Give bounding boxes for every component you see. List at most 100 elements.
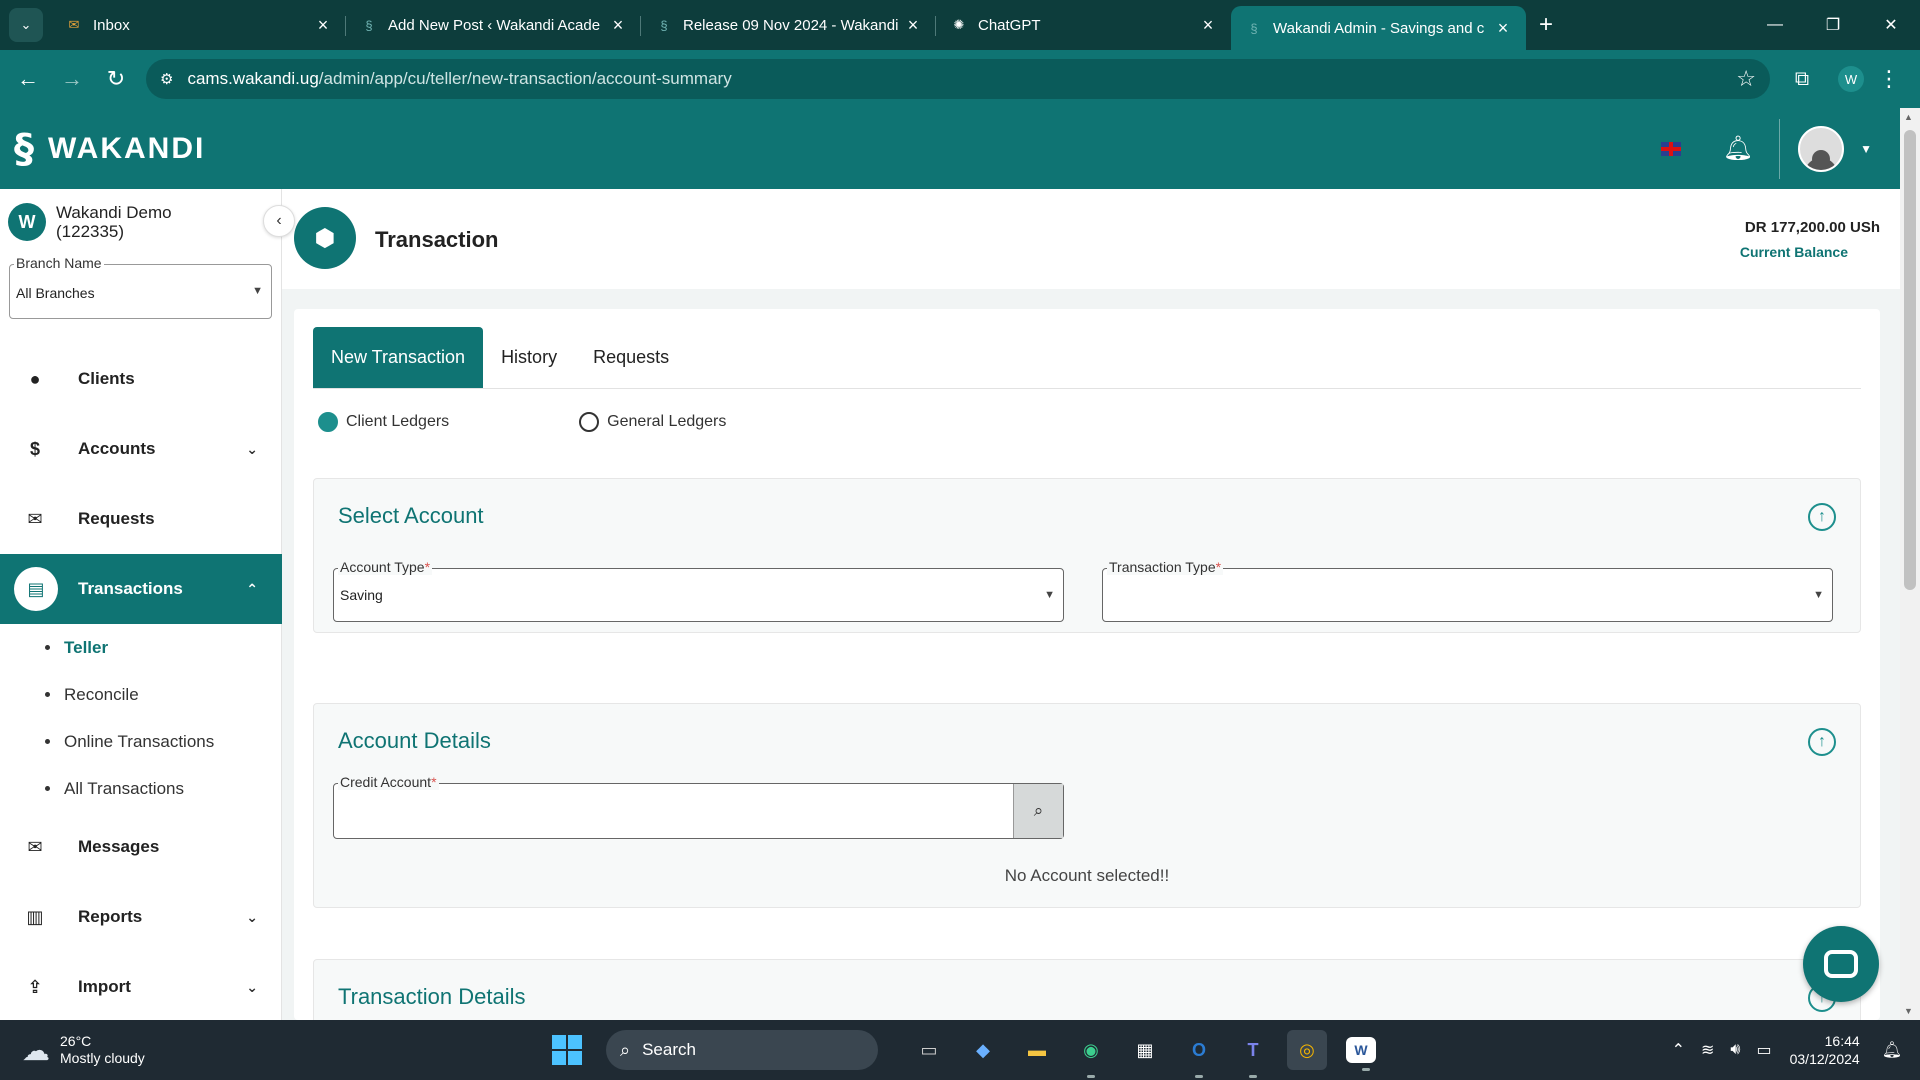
taskbar-search[interactable]: ⌕ Search <box>606 1030 878 1070</box>
branch-label: Branch Name <box>14 255 104 271</box>
sidebar-item-label: Clients <box>78 369 135 388</box>
browser-tab-wakandi-admin[interactable]: § Wakandi Admin - Savings and c × <box>1231 6 1526 50</box>
tab-title: Release 09 Nov 2024 - Wakandi <box>683 16 899 34</box>
notification-bell-icon[interactable]: 🔔︎ <box>1723 134 1753 163</box>
tab-new-transaction[interactable]: New Transaction <box>313 327 484 388</box>
collapse-up-icon[interactable]: ↑ <box>1808 503 1836 531</box>
scroll-down-icon[interactable]: ▼ <box>1904 1006 1913 1016</box>
current-balance-label: Current Balance <box>1739 244 1848 260</box>
browser-tab-release[interactable]: § Release 09 Nov 2024 - Wakandi × <box>641 4 936 46</box>
subitem-label: Online Transactions <box>64 731 215 751</box>
wifi-icon[interactable]: ≋ <box>1701 1040 1714 1060</box>
sidebar-item-import[interactable]: ⇪ Import ⌄ <box>0 952 282 1022</box>
site-info-icon[interactable]: ⚙ <box>160 70 173 88</box>
sidebar-item-messages[interactable]: ✉ Messages <box>0 812 282 882</box>
copilot-icon[interactable]: ◆ <box>963 1030 1003 1070</box>
radio-client-ledgers[interactable]: Client Ledgers <box>318 412 449 432</box>
word-icon[interactable]: W <box>1346 1037 1376 1071</box>
close-tab-icon[interactable]: × <box>1197 15 1219 36</box>
sidebar-subitem-online-transactions[interactable]: Online Transactions <box>0 718 282 765</box>
transaction-tabs: New Transaction History Requests <box>313 327 1861 389</box>
url-text: cams.wakandi.ug/admin/app/cu/teller/new-… <box>187 69 1736 89</box>
search-account-button[interactable]: ⌕ <box>1013 784 1063 838</box>
scrollbar-thumb[interactable] <box>1904 130 1916 590</box>
field-label: Transaction Type* <box>1107 559 1224 575</box>
bookmark-star-icon[interactable]: ☆ <box>1736 66 1756 92</box>
extensions-icon[interactable]: ⧉ <box>1780 68 1824 91</box>
sidebar-item-clients[interactable]: ● Clients <box>0 344 282 414</box>
address-bar[interactable]: ⚙ cams.wakandi.ug/admin/app/cu/teller/ne… <box>146 59 1770 99</box>
sidebar-item-transactions[interactable]: ▤ Transactions ⌃ <box>0 554 282 624</box>
sidebar-subitem-all-transactions[interactable]: All Transactions <box>0 765 282 812</box>
tab-requests[interactable]: Requests <box>575 327 687 388</box>
account-type-select[interactable]: Account Type* Saving ▼ <box>333 559 1064 622</box>
transaction-type-select[interactable]: Transaction Type* ▼ <box>1102 559 1833 622</box>
language-flag-icon[interactable] <box>1660 141 1681 156</box>
notification-icon[interactable]: 🔔︎ <box>1882 1040 1902 1060</box>
search-icon: ⌕ <box>1033 801 1044 820</box>
chevron-up-icon[interactable]: ⌃ <box>1672 1040 1685 1060</box>
collapse-up-icon[interactable]: ↑ <box>1808 728 1836 756</box>
bar-chart-icon: ▥ <box>26 906 44 927</box>
battery-icon[interactable]: ▭ <box>1756 1040 1771 1060</box>
edge-browser-icon[interactable]: ◉ <box>1071 1030 1111 1078</box>
logo-mark-icon: § <box>14 125 34 172</box>
task-view-icon[interactable]: ▭ <box>909 1030 949 1070</box>
panel-heading: Transaction Details <box>338 984 526 1009</box>
account-type-value: Saving <box>340 587 383 603</box>
reload-icon[interactable]: ↻ <box>94 57 138 101</box>
back-icon[interactable]: ← <box>6 57 50 101</box>
minimize-icon[interactable]: — <box>1746 0 1804 50</box>
outlook-icon[interactable]: O <box>1179 1030 1219 1078</box>
sidebar: W Wakandi Demo (122335) ‹ Branch Name Al… <box>0 189 295 1022</box>
browser-tab-inbox[interactable]: ✉ Inbox × <box>51 4 346 46</box>
file-explorer-icon[interactable]: ▬ <box>1017 1030 1057 1070</box>
sidebar-item-reports[interactable]: ▥ Reports ⌄ <box>0 882 282 952</box>
browser-tab-add-post[interactable]: § Add New Post ‹ Wakandi Acade × <box>346 4 641 46</box>
wakandi-icon: § <box>660 17 668 33</box>
sidebar-item-accounts[interactable]: $ Accounts ⌄ <box>0 414 282 484</box>
page-scrollbar[interactable]: ▲ ▼ <box>1900 108 1920 1020</box>
tab-history[interactable]: History <box>483 327 575 388</box>
sidebar-item-requests[interactable]: ✉ Requests <box>0 484 282 554</box>
wakandi-icon: § <box>1250 20 1258 36</box>
volume-icon[interactable]: 🔊︎ <box>1730 1041 1740 1059</box>
header-divider <box>1779 118 1781 179</box>
scroll-up-icon[interactable]: ▲ <box>1904 112 1913 122</box>
microsoft-store-icon[interactable]: ▦ <box>1125 1030 1165 1070</box>
profile-avatar[interactable]: W <box>1838 66 1864 92</box>
radio-circle <box>318 412 338 432</box>
close-tab-icon[interactable]: × <box>1492 18 1514 39</box>
clock[interactable]: 16:44 03/12/2024 <box>1790 1032 1860 1068</box>
app-header: § WAKANDI 🔔︎ ▼ <box>0 108 1900 189</box>
browser-menu-icon[interactable]: ⋮ <box>1878 66 1900 92</box>
wakandi-logo[interactable]: § WAKANDI <box>14 126 205 172</box>
branch-select[interactable]: Branch Name All Branches ▼ <box>9 255 272 319</box>
tab-search-button[interactable]: ⌄ <box>9 8 43 42</box>
chrome-icon[interactable]: ◎ <box>1287 1030 1327 1070</box>
new-tab-button[interactable]: + <box>1526 11 1566 39</box>
user-menu-caret-icon[interactable]: ▼ <box>1860 142 1872 156</box>
close-tab-icon[interactable]: × <box>607 15 629 36</box>
chatgpt-icon: ✺ <box>953 17 965 32</box>
system-tray: ⌃ ≋ 🔊︎ ▭ 16:44 03/12/2024 🔔︎ <box>1664 1020 1920 1080</box>
branch-value: All Branches <box>16 285 95 301</box>
forward-icon[interactable]: → <box>50 57 94 101</box>
credit-account-input[interactable]: Credit Account* ⌕ <box>333 774 1064 839</box>
browser-tab-chatgpt[interactable]: ✺ ChatGPT × <box>936 4 1231 46</box>
user-avatar[interactable] <box>1798 125 1845 172</box>
collapse-sidebar-button[interactable]: ‹ <box>263 205 295 237</box>
windows-start-icon[interactable] <box>552 1035 582 1065</box>
chat-support-button[interactable] <box>1803 926 1879 1002</box>
close-tab-icon[interactable]: × <box>902 15 924 36</box>
weather-widget[interactable]: ☁ 26°C Mostly cloudy <box>22 1033 145 1067</box>
sidebar-subitem-teller[interactable]: Teller <box>0 624 282 671</box>
radio-general-ledgers[interactable]: General Ledgers <box>579 412 726 432</box>
close-tab-icon[interactable]: × <box>312 15 334 36</box>
restore-icon[interactable]: ❐ <box>1804 0 1862 50</box>
org-badge: W <box>8 203 46 241</box>
close-window-icon[interactable]: ✕ <box>1862 0 1920 50</box>
teams-icon[interactable]: T <box>1233 1030 1273 1078</box>
sidebar-subitem-reconcile[interactable]: Reconcile <box>0 671 282 718</box>
bullet <box>45 739 50 744</box>
